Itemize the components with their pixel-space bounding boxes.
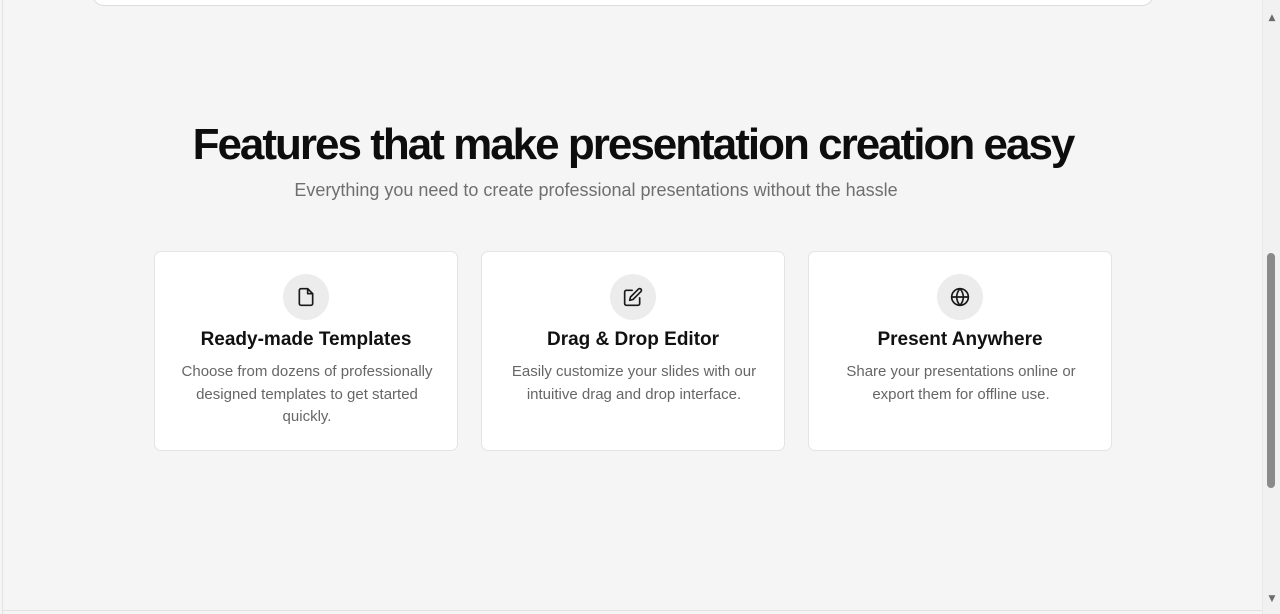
file-icon — [283, 274, 329, 320]
vertical-scrollbar[interactable]: ▲ ▼ — [1262, 0, 1280, 614]
feature-card-description: Share your presentations online or expor… — [846, 363, 1076, 403]
feature-card-present: Present Anywhere Share your presentation… — [808, 251, 1112, 451]
page-border — [2, 610, 1262, 611]
scrollbar-thumb[interactable] — [1267, 253, 1275, 488]
feature-card-title: Drag & Drop Editor — [546, 329, 720, 350]
scroll-up-arrow-icon[interactable]: ▲ — [1263, 10, 1280, 26]
feature-card-title: Ready-made Templates — [200, 329, 412, 350]
page-viewport: Features that make presentation creation… — [0, 0, 1262, 614]
edit-icon — [610, 274, 656, 320]
scroll-down-arrow-icon[interactable]: ▼ — [1263, 591, 1280, 607]
feature-card-description: Choose from dozens of professionally des… — [181, 363, 433, 425]
previous-section-card — [92, 0, 1154, 6]
globe-icon — [937, 274, 983, 320]
feature-card-description: Easily customize your slides with our in… — [511, 363, 757, 403]
feature-card-editor: Drag & Drop Editor Easily customize your… — [481, 251, 785, 451]
page-border — [2, 0, 3, 614]
feature-card-templates: Ready-made Templates Choose from dozens … — [154, 251, 458, 451]
features-title: Features that make presentation creation… — [192, 120, 1076, 169]
feature-card-title: Present Anywhere — [877, 329, 1043, 350]
features-subtitle: Everything you need to create profession… — [294, 180, 898, 200]
